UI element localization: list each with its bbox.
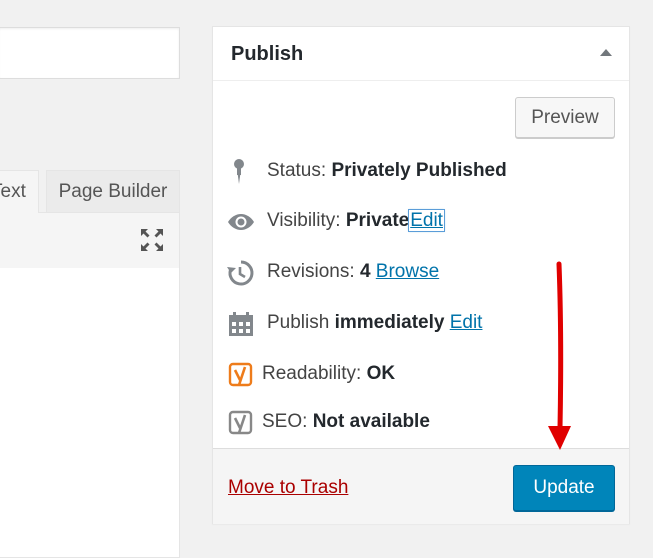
status-value: Privately Published — [331, 160, 507, 181]
tab-text[interactable]: Text — [0, 170, 39, 213]
schedule-edit-link[interactable]: Edit — [450, 312, 483, 333]
tab-page-builder[interactable]: Page Builder — [46, 170, 180, 213]
calendar-icon — [229, 312, 253, 336]
history-icon — [227, 260, 254, 286]
eye-icon — [228, 214, 254, 230]
tab-text-label: Text — [0, 181, 26, 202]
publish-box-title: Publish — [231, 43, 304, 65]
update-button[interactable]: Update — [513, 465, 615, 511]
fullscreen-icon[interactable] — [139, 227, 165, 253]
visibility-label: Visibility: — [267, 210, 341, 231]
yoast-seo-icon — [228, 410, 253, 435]
pin-icon — [234, 159, 244, 184]
revisions-browse-link[interactable]: Browse — [376, 261, 439, 282]
publish-box: Publish Preview Status: Privately Publis… — [212, 26, 630, 524]
revisions-count: 4 — [359, 261, 371, 282]
tab-page-builder-label: Page Builder — [58, 181, 168, 202]
schedule-value: immediately — [334, 312, 445, 333]
publish-box-footer: Move to Trash Update — [213, 448, 629, 524]
seo-value: Not available — [312, 411, 430, 432]
revisions-label: Revisions: — [267, 261, 355, 282]
status-label: Status: — [267, 160, 327, 181]
move-to-trash-link[interactable]: Move to Trash — [228, 477, 348, 499]
publish-box-header[interactable]: Publish — [213, 27, 629, 81]
post-title-input[interactable] — [0, 27, 180, 79]
seo-label: SEO: — [262, 411, 308, 432]
visibility-edit-link[interactable]: Edit — [408, 209, 445, 232]
visibility-value: Private — [345, 210, 410, 231]
editor-toolbar — [0, 212, 180, 269]
collapse-toggle-icon[interactable] — [599, 47, 613, 57]
readability-label: Readability: — [262, 363, 362, 384]
preview-button[interactable]: Preview — [515, 97, 615, 138]
schedule-label: Publish — [267, 312, 330, 333]
editor-content-area[interactable] — [0, 268, 180, 558]
yoast-readability-icon — [228, 362, 253, 387]
readability-value: OK — [366, 363, 396, 384]
